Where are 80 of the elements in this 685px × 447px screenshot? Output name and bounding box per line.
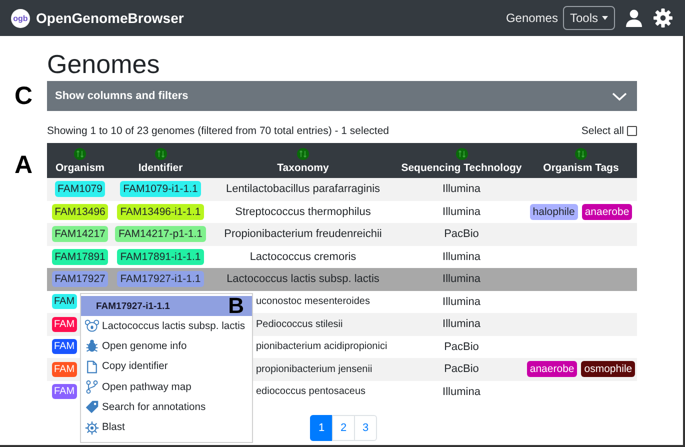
select-all-label: Select all (581, 125, 624, 137)
organism-badge[interactable]: FAM17891 (52, 248, 108, 265)
chevron-down-icon[interactable] (612, 92, 627, 100)
annotation-label: A (14, 151, 33, 180)
table-cell: PacBio (398, 336, 525, 358)
column-header[interactable]: Organism (47, 143, 113, 178)
annotation-label: C (14, 82, 33, 110)
column-header[interactable]: Organism Tags (525, 143, 637, 178)
identifier-badge[interactable]: FAM17891-i1-1.1 (117, 248, 204, 265)
sort-icon[interactable] (154, 148, 166, 160)
table-cell: Streptococcus thermophilus (235, 206, 371, 218)
sort-icon[interactable] (74, 148, 86, 160)
table-cell: Illumina (398, 268, 525, 290)
identifier-badge[interactable]: FAM13496-i1-1.1 (117, 204, 204, 220)
identifier-badge[interactable]: FAM17927-i1-1.1 (117, 271, 204, 288)
menu-item[interactable]: Open pathway map (81, 376, 252, 398)
table-cell: ediococcus pentosaceus (256, 386, 366, 398)
identifier-badge[interactable]: FAM14217-p1-1.1 (115, 226, 206, 242)
brand-name[interactable]: OpenGenomeBrowser (36, 10, 184, 26)
filter-toggle-bar[interactable]: Show columns and filters (47, 81, 637, 111)
table-cell: Pediococcus stilesii (256, 318, 343, 330)
animal-face-icon (85, 319, 99, 334)
table-cell: Illumina (398, 290, 525, 313)
table-cell: Illumina (398, 380, 525, 403)
column-header[interactable]: Identifier (113, 143, 208, 178)
page-button[interactable]: 3 (354, 415, 377, 441)
nav-link[interactable]: Genomes (506, 11, 558, 25)
select-all-checkbox[interactable] (627, 126, 637, 136)
organism-badge[interactable]: FAM (52, 316, 77, 332)
organism-badge[interactable]: FAM14217 (52, 226, 108, 242)
bug-icon (85, 339, 99, 354)
menu-item[interactable]: Search for annotations (81, 397, 252, 418)
tools-dropdown[interactable]: Tools (562, 6, 615, 30)
table-cell: Lactococcus lactis subsp. lactis (226, 273, 380, 286)
document-icon (85, 360, 99, 374)
table-cell: PacBio (398, 358, 525, 380)
gear-icon (85, 420, 99, 435)
settings-icon[interactable] (653, 8, 673, 28)
sort-icon[interactable] (575, 148, 587, 160)
tag-badge: anaerobe (582, 204, 632, 220)
column-header[interactable]: Taxonomy (208, 143, 398, 178)
branch-icon (85, 380, 99, 394)
table-cell: uconostoc mesenteroides (256, 296, 370, 308)
organism-badge[interactable]: FAM1079 (54, 181, 106, 198)
table-cell: Lentilactobacillus parafarraginis (226, 183, 380, 196)
table-info-text: Showing 1 to 10 of 23 genomes (filtered from 70 total entries) - 1 selected (47, 125, 390, 137)
menu-item[interactable]: Open genome info (81, 336, 252, 357)
tag-badge: osmophile (581, 361, 636, 378)
tag-badge: halophile (530, 204, 578, 220)
organism-badge[interactable]: FAM (52, 339, 77, 354)
menu-item[interactable]: Lactococcus lactis subsp. lactis (81, 316, 252, 336)
page-title: Genomes (46, 48, 161, 81)
table-cell: Lactococcus cremoris (250, 250, 356, 263)
table-cell: Illumina (398, 313, 525, 336)
table-cell: Illumina (398, 246, 525, 268)
organism-badge[interactable]: FAM (52, 384, 77, 400)
table-cell: pionibacterium acidipropionici (256, 341, 388, 352)
identifier-badge[interactable]: FAM1079-i1-1.1 (120, 181, 201, 198)
table-cell: Illumina (398, 178, 525, 200)
table-cell: PacBio (398, 223, 525, 246)
sort-icon[interactable] (297, 148, 309, 160)
menu-title: FAM17927-i1-1.1 (96, 300, 170, 312)
tag-badge: anaerobe (526, 361, 578, 378)
organism-badge[interactable]: FAM (52, 294, 77, 310)
tag-icon (85, 400, 99, 414)
menu-item[interactable]: Copy identifier (81, 356, 252, 377)
table-cell: Illumina (398, 200, 525, 223)
filter-bar-label: Show columns and filters (55, 90, 188, 102)
page-button[interactable]: 1 (310, 415, 333, 441)
organism-badge[interactable]: FAM17927 (52, 271, 108, 288)
menu-item[interactable]: Blast (81, 417, 252, 438)
table-cell: Propionibacterium freudenreichii (224, 228, 382, 240)
annotation-label: B (228, 296, 244, 316)
page-button[interactable]: 2 (332, 415, 355, 441)
table-cell: propionibacterium jensenii (256, 364, 372, 375)
organism-badge[interactable]: FAM13496 (52, 204, 108, 220)
user-icon[interactable] (625, 9, 643, 27)
sort-icon[interactable] (456, 148, 468, 160)
logo[interactable]: ogb (11, 8, 30, 28)
column-header[interactable]: Sequencing Technology (398, 143, 525, 178)
